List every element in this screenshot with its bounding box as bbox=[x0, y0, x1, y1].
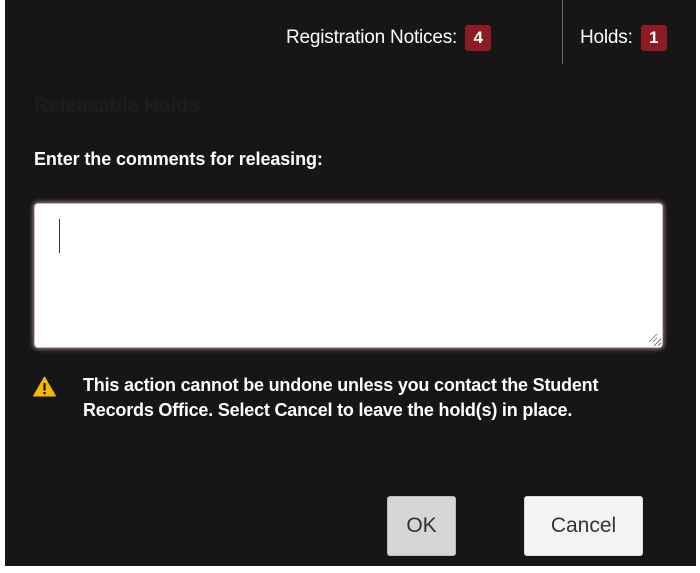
resize-grip-icon[interactable] bbox=[648, 333, 658, 343]
registration-notices-count-badge: 4 bbox=[465, 25, 492, 51]
ok-button[interactable]: OK bbox=[387, 496, 456, 556]
dialog-window: Registration Notices: 4 Holds: 1 Releasa… bbox=[5, 0, 696, 566]
holds-count-badge: 1 bbox=[640, 25, 667, 51]
notification-bar: Registration Notices: 4 Holds: 1 bbox=[5, 0, 696, 66]
release-comments-textarea[interactable] bbox=[34, 203, 663, 348]
holds-link[interactable]: Holds: 1 bbox=[580, 24, 667, 52]
warning-triangle-icon bbox=[33, 376, 56, 397]
registration-notices-label: Registration Notices: bbox=[286, 27, 458, 48]
divider bbox=[562, 0, 563, 64]
text-cursor bbox=[59, 219, 60, 253]
holds-label: Holds: bbox=[580, 27, 633, 48]
warning-message: This action cannot be undone unless you … bbox=[83, 375, 599, 420]
registration-notices-link[interactable]: Registration Notices: 4 bbox=[286, 24, 492, 52]
comments-prompt: Enter the comments for releasing: bbox=[34, 149, 323, 169]
cancel-button[interactable]: Cancel bbox=[524, 496, 643, 556]
dialog-title: Releasable Holds bbox=[34, 95, 200, 117]
